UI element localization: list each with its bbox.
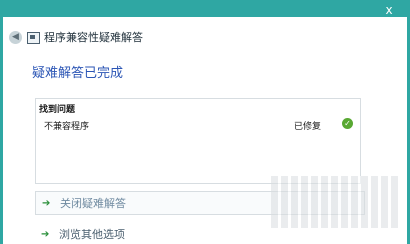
- arrow-right-icon: ➔: [42, 198, 51, 209]
- close-icon: x: [385, 3, 393, 17]
- title-bar: x: [3, 0, 407, 17]
- window-title: 程序兼容性疑难解答: [44, 31, 143, 44]
- close-window-button[interactable]: x: [379, 4, 399, 17]
- arrow-right-icon: ➔: [41, 229, 50, 240]
- back-arrow-icon: ◀: [12, 32, 19, 42]
- problem-status: 已修复: [294, 122, 322, 132]
- results-panel: 找到问题 不兼容程序 已修复 ✓: [35, 98, 361, 184]
- navigation-bar: ◀ 程序兼容性疑难解答: [3, 17, 407, 59]
- problem-name: 不兼容程序: [44, 122, 90, 132]
- troubleshooter-window: x ◀ 程序兼容性疑难解答 疑难解答已完成 找到问题 不兼容程序 已修复 ✓ ➔…: [0, 0, 410, 244]
- results-header: 找到问题: [39, 105, 76, 115]
- back-button[interactable]: ◀: [9, 31, 22, 44]
- explore-options-link[interactable]: ➔ 浏览其他选项: [35, 226, 365, 244]
- close-troubleshooter-label: 关闭疑难解答: [60, 197, 126, 210]
- explore-options-label: 浏览其他选项: [59, 228, 125, 241]
- app-window-icon: [27, 32, 40, 44]
- check-icon: ✓: [342, 118, 353, 129]
- result-row: 不兼容程序 已修复 ✓: [44, 118, 358, 132]
- page-heading: 疑难解答已完成: [32, 66, 124, 81]
- watermark: [271, 176, 401, 228]
